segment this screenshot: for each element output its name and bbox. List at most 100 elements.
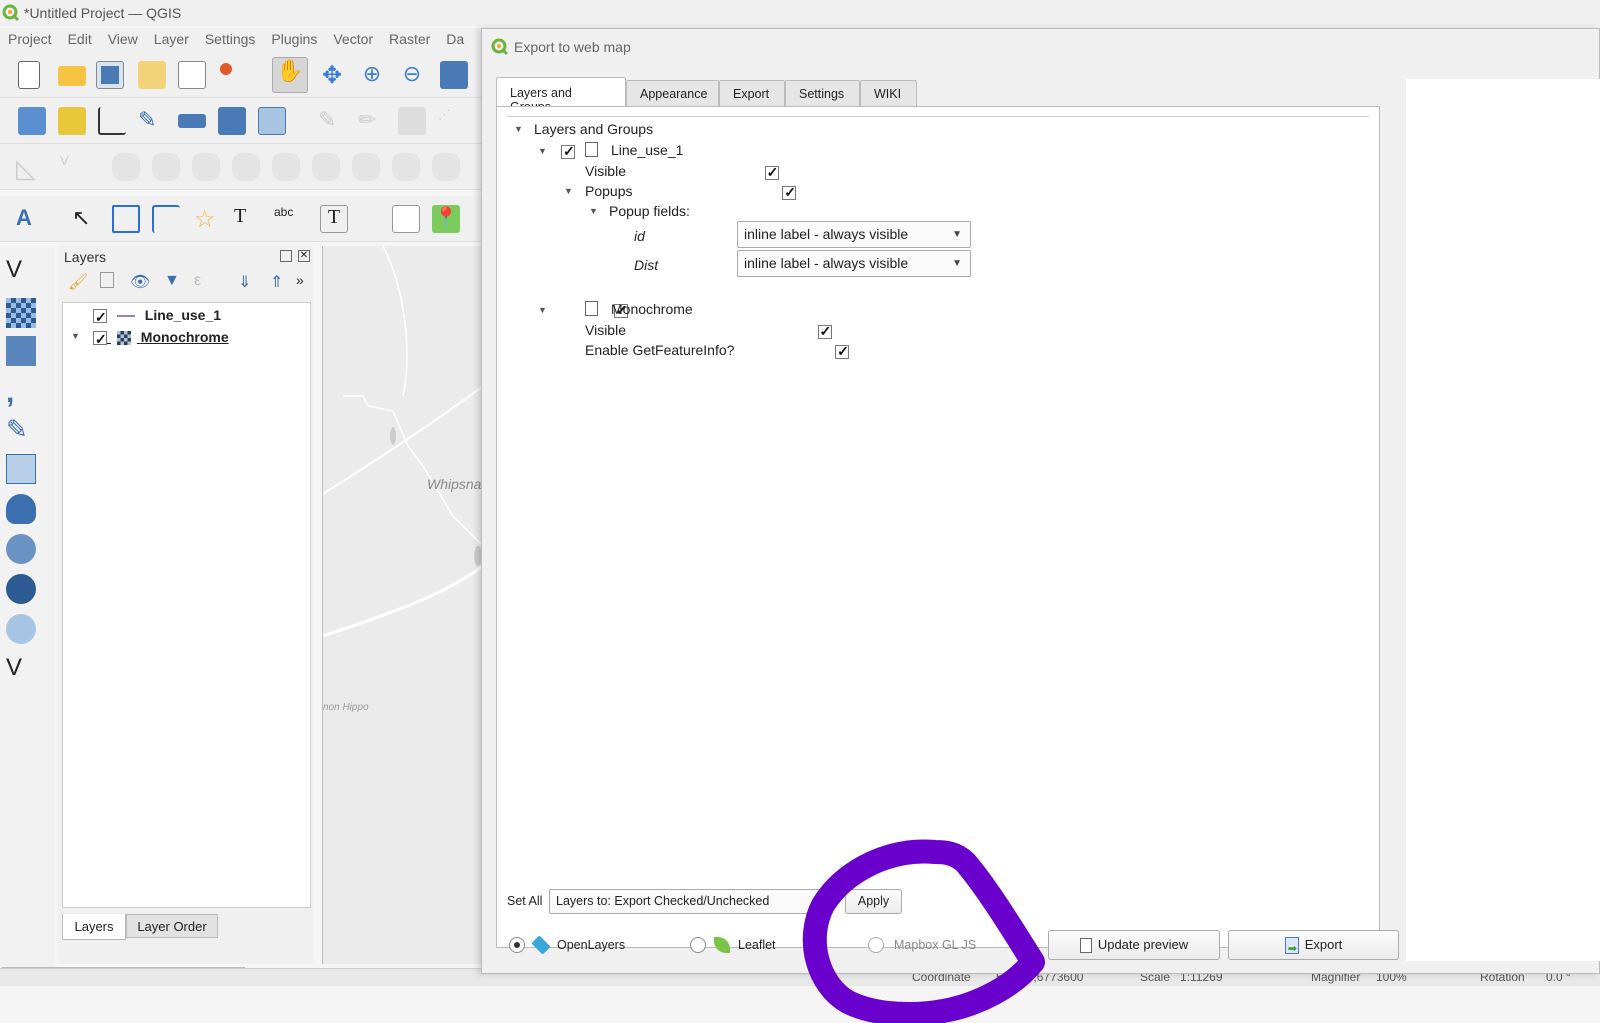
zoom-in-icon[interactable]: ⊕ (358, 61, 386, 89)
style-manager-icon[interactable] (218, 61, 246, 89)
add-raster-layer-icon[interactable] (6, 298, 36, 328)
visible-label: Visible (585, 322, 626, 338)
visibility-icon[interactable]: 👁 (130, 272, 150, 292)
data-source-manager-icon[interactable] (18, 107, 46, 135)
renderer-openlayers-radio[interactable] (509, 937, 525, 953)
window-titlebar: *Untitled Project — QGIS (0, 0, 1600, 26)
new-gps-layer-icon[interactable] (258, 107, 286, 135)
add-delimited-text-icon[interactable]: , (6, 376, 36, 409)
menu-vector[interactable]: Vector (325, 28, 381, 50)
layer-visibility-checkbox[interactable] (93, 329, 107, 349)
zoom-full-icon[interactable] (440, 61, 468, 89)
menu-view[interactable]: View (100, 28, 146, 50)
add-group-icon[interactable] (100, 272, 114, 288)
menu-layer[interactable]: Layer (146, 28, 197, 50)
more-tools-icon[interactable]: » (296, 272, 304, 288)
new-temporary-layer-icon[interactable]: V (6, 654, 36, 684)
menu-settings[interactable]: Settings (197, 28, 264, 50)
export-button[interactable]: ➡ Export (1228, 930, 1399, 960)
layer-line-use-1-name: Line_use_1 (611, 142, 684, 158)
add-polygon-icon[interactable] (112, 205, 140, 233)
close-panel-icon[interactable]: ✕ (298, 250, 310, 262)
menu-project[interactable]: Project (0, 28, 60, 50)
add-mesh-layer-icon[interactable] (6, 336, 36, 366)
collapse-arrow-icon[interactable]: ▼ (514, 124, 523, 134)
new-print-layout-icon[interactable] (138, 61, 166, 89)
update-preview-button[interactable]: Update preview (1048, 930, 1220, 960)
add-wcs-icon[interactable] (6, 574, 36, 604)
pan-to-selection-icon[interactable]: ✥ (318, 61, 346, 89)
pan-icon[interactable]: ✋ (272, 57, 308, 93)
layer-line-use-1-checkbox[interactable] (561, 143, 575, 160)
layout-manager-icon[interactable] (178, 61, 206, 89)
select-features-icon[interactable]: ↖ (72, 205, 100, 233)
collapse-arrow-icon[interactable]: ▼ (538, 305, 547, 315)
new-shapefile-icon[interactable] (98, 107, 126, 135)
tab-layers-and-groups[interactable]: Layers and Groups (496, 77, 626, 114)
label-tool-icon[interactable]: A (16, 205, 44, 233)
add-spatialite-icon[interactable]: ✎ (6, 414, 36, 444)
text-annotation-icon[interactable]: T (320, 205, 348, 233)
tree-root: Layers and Groups (534, 121, 654, 137)
add-wms-icon[interactable] (6, 534, 36, 564)
set-all-select[interactable]: Layers to: Export Checked/Unchecked ▼ (549, 889, 833, 914)
tab-export[interactable]: Export (719, 80, 785, 106)
renderer-leaflet-radio[interactable] (690, 937, 706, 953)
filter-legend-icon[interactable]: ▼ (164, 272, 180, 290)
collapse-arrow-icon[interactable]: ▼ (589, 206, 598, 216)
tab-wiki[interactable]: WIKI (860, 80, 917, 106)
apply-button[interactable]: Apply (845, 889, 902, 914)
zoom-out-icon[interactable]: ⊖ (398, 61, 426, 89)
layer-name: Line_use_1 (144, 307, 222, 323)
new-mesh-layer-icon[interactable] (218, 107, 246, 135)
current-edits-icon: ✏ (358, 107, 377, 132)
layer-monochrome-visible-checkbox[interactable] (817, 323, 832, 340)
offset-curve-icon (432, 153, 460, 181)
map-canvas[interactable]: Whipsna non Hippo (322, 246, 483, 964)
layer-monochrome-getfeatureinfo-checkbox[interactable] (835, 343, 850, 360)
web-map-preview[interactable] (1406, 79, 1600, 961)
expand-arrow-icon[interactable]: ▼ (71, 331, 80, 341)
tab-appearance[interactable]: Appearance (626, 80, 719, 106)
float-panel-icon[interactable] (280, 250, 292, 262)
text-along-line-icon[interactable]: abc (274, 205, 302, 233)
menu-database[interactable]: Da (438, 28, 472, 50)
layer-visibility-checkbox[interactable] (93, 307, 107, 327)
tab-settings[interactable]: Settings (785, 80, 860, 106)
style-layer-icon[interactable]: 🖌 (68, 272, 88, 292)
add-star-icon[interactable]: ☆ (194, 205, 222, 233)
identify-icon[interactable] (392, 205, 420, 233)
layer-line-use-1-popups-checkbox[interactable] (782, 184, 797, 201)
collapse-all-icon[interactable]: ⇑ (270, 272, 283, 292)
layer-item-line-use-1[interactable]: Line_use_1 (93, 305, 222, 327)
save-project-icon[interactable] (96, 61, 124, 89)
menu-plugins[interactable]: Plugins (263, 28, 325, 50)
add-virtual-layer-icon[interactable] (6, 454, 36, 484)
open-project-icon[interactable] (58, 66, 86, 86)
rotate-feature-icon (112, 153, 140, 181)
new-project-icon[interactable] (18, 61, 40, 89)
menu-raster[interactable]: Raster (381, 28, 438, 50)
layer-item-monochrome[interactable]: Monochrome (93, 327, 229, 349)
new-spatialite-icon[interactable]: ✎ (138, 107, 166, 135)
expand-all-icon[interactable]: ⇓ (238, 272, 251, 292)
add-wfs-icon[interactable] (6, 614, 36, 644)
tab-layers[interactable]: Layers (62, 914, 126, 940)
add-line-icon[interactable] (152, 205, 180, 233)
layer-line-use-1-visible-checkbox[interactable] (764, 164, 779, 181)
add-text-icon[interactable]: T (234, 205, 262, 233)
field-dist-select[interactable]: inline label - always visible ▼ (737, 250, 971, 277)
field-id-select[interactable]: inline label - always visible ▼ (737, 221, 971, 248)
new-virtual-layer-icon[interactable] (178, 114, 206, 128)
simplify-feature-icon (152, 153, 180, 181)
menu-edit[interactable]: Edit (60, 28, 100, 50)
new-geopackage-icon[interactable] (58, 107, 86, 135)
renderer-mapbox-radio[interactable] (868, 937, 884, 953)
qgis-logo-icon (491, 38, 509, 56)
collapse-arrow-icon[interactable]: ▼ (564, 186, 573, 196)
add-postgis-icon[interactable] (6, 494, 36, 524)
tab-layer-order[interactable]: Layer Order (126, 914, 218, 938)
pin-icon[interactable]: 📍 (432, 205, 460, 233)
add-vector-layer-icon[interactable]: V (6, 256, 36, 286)
collapse-arrow-icon[interactable]: ▼ (538, 146, 547, 156)
